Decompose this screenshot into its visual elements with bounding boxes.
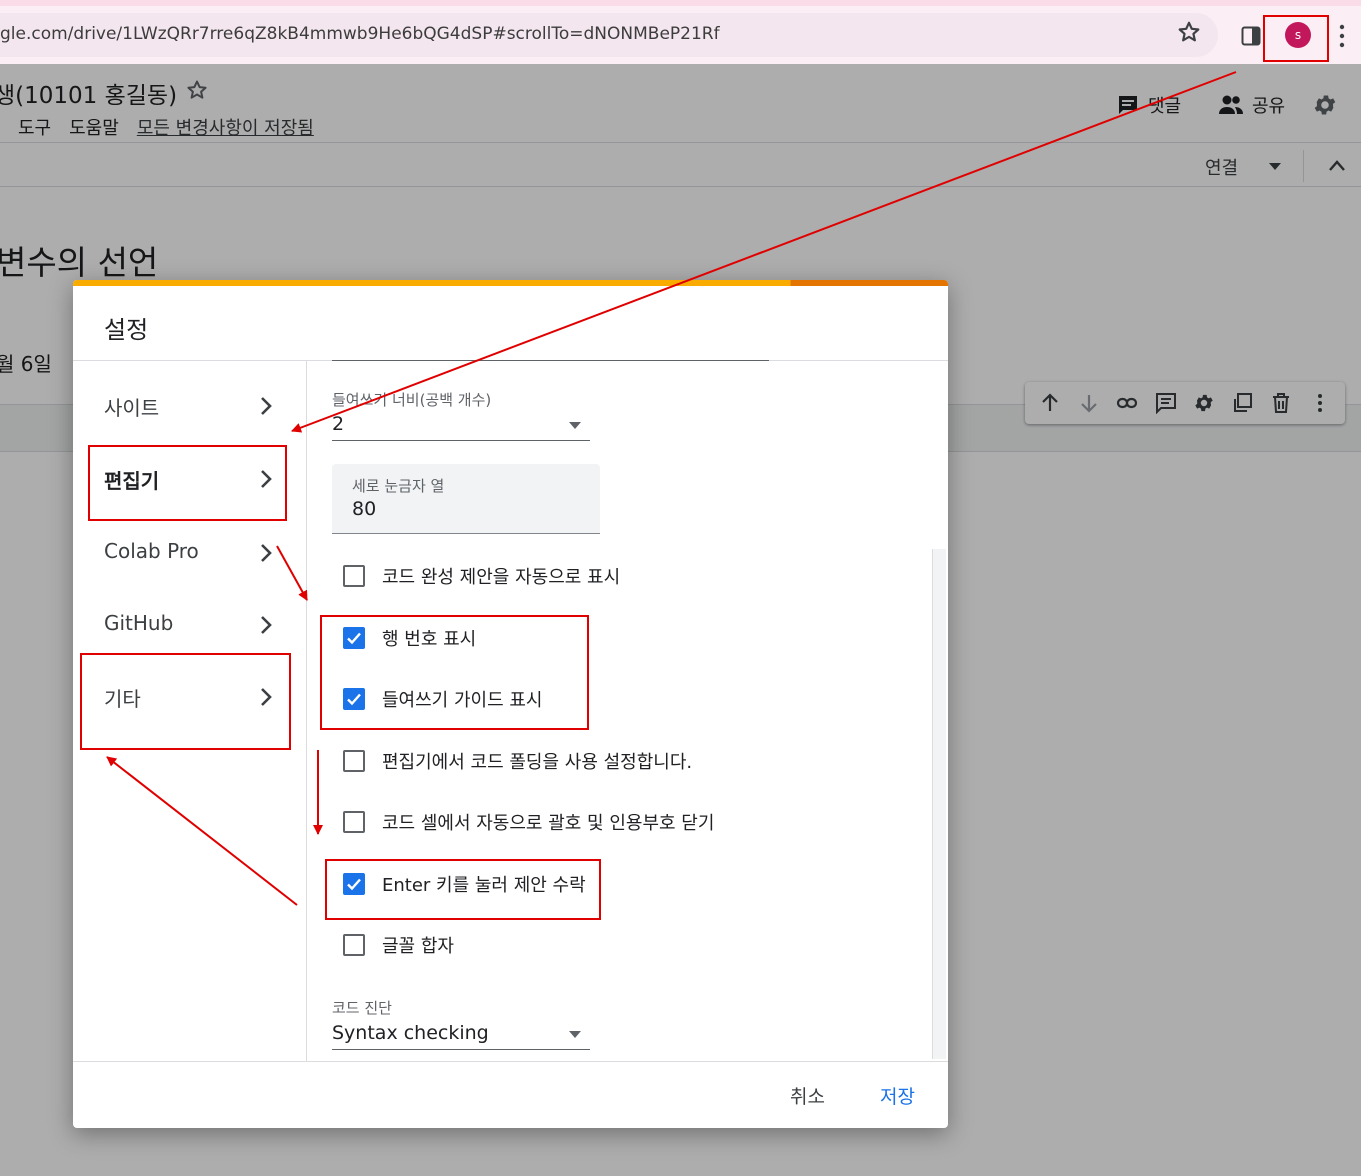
vertical-ruler-value[interactable]: 80 [352, 498, 376, 520]
checkbox-autocomplete[interactable] [343, 565, 365, 587]
side-panel-icon[interactable] [1241, 26, 1261, 46]
highlight-line-indent-box [320, 615, 589, 730]
nav-item-site[interactable]: 사이트 [73, 375, 306, 435]
dropdown-caret-icon [569, 1031, 581, 1038]
diagnostics-label: 코드 진단 [332, 999, 392, 1017]
save-button[interactable]: 저장 [880, 1082, 915, 1109]
url-text[interactable]: gle.com/drive/1LWzQRr7rre6qZ8kB4mmwb9He6… [0, 24, 720, 44]
checkbox-label: 글꼴 합자 [382, 936, 454, 957]
checkbox-ligatures[interactable] [343, 934, 365, 956]
checkbox-row-code-folding[interactable]: 편집기에서 코드 폴딩을 사용 설정합니다. [343, 746, 692, 776]
checkbox-row-ligatures[interactable]: 글꼴 합자 [343, 930, 454, 960]
diagnostics-value: Syntax checking [332, 1022, 489, 1044]
checkbox-code-folding[interactable] [343, 750, 365, 772]
indent-width-select[interactable]: 2 [332, 411, 590, 441]
checkbox-auto-close[interactable] [343, 811, 365, 833]
previous-field-underline [332, 360, 769, 361]
nav-item-github[interactable]: GitHub [73, 594, 306, 654]
nav-divider [306, 361, 307, 1061]
highlight-profile-box [1263, 15, 1329, 62]
chevron-right-icon [261, 397, 272, 415]
chevron-right-icon [261, 616, 272, 634]
address-bar[interactable]: gle.com/drive/1LWzQRr7rre6qZ8kB4mmwb9He6… [0, 13, 1218, 57]
dialog-footer-divider [73, 1061, 948, 1062]
dialog-title: 설정 [104, 316, 149, 344]
browser-toolbar: gle.com/drive/1LWzQRr7rre6qZ8kB4mmwb9He6… [0, 6, 1361, 64]
checkbox-row-auto-close[interactable]: 코드 셀에서 자동으로 괄호 및 인용부호 닫기 [343, 807, 714, 837]
dropdown-caret-icon [569, 422, 581, 429]
bookmark-star-icon[interactable] [1176, 19, 1202, 45]
indent-width-value: 2 [332, 413, 345, 435]
nav-item-label: GitHub [104, 611, 174, 635]
highlight-enter-box [325, 859, 601, 920]
highlight-misc-box [80, 653, 291, 750]
nav-item-label: Colab Pro [104, 539, 199, 563]
diagnostics-select[interactable]: Syntax checking [332, 1020, 590, 1050]
checkbox-label: 코드 셀에서 자동으로 괄호 및 인용부호 닫기 [382, 813, 715, 834]
cancel-button[interactable]: 취소 [790, 1082, 825, 1109]
indent-width-label: 들여쓰기 너비(공백 개수) [332, 391, 492, 409]
checkbox-label: 코드 완성 제안을 자동으로 표시 [382, 567, 621, 588]
nav-item-label: 사이트 [104, 396, 160, 420]
vertical-ruler-field[interactable]: 세로 눈금자 열 80 [332, 464, 600, 534]
nav-item-colab-pro[interactable]: Colab Pro [73, 522, 306, 582]
checkbox-row-autocomplete[interactable]: 코드 완성 제안을 자동으로 표시 [343, 561, 620, 591]
checkbox-label: 편집기에서 코드 폴딩을 사용 설정합니다. [382, 752, 693, 773]
chevron-right-icon [261, 544, 272, 562]
dialog-accent-bar [73, 280, 948, 286]
browser-menu-icon[interactable] [1336, 22, 1348, 50]
vertical-ruler-label: 세로 눈금자 열 [352, 477, 445, 495]
highlight-editor-box [88, 445, 287, 521]
settings-scrollbar[interactable] [932, 549, 946, 1059]
